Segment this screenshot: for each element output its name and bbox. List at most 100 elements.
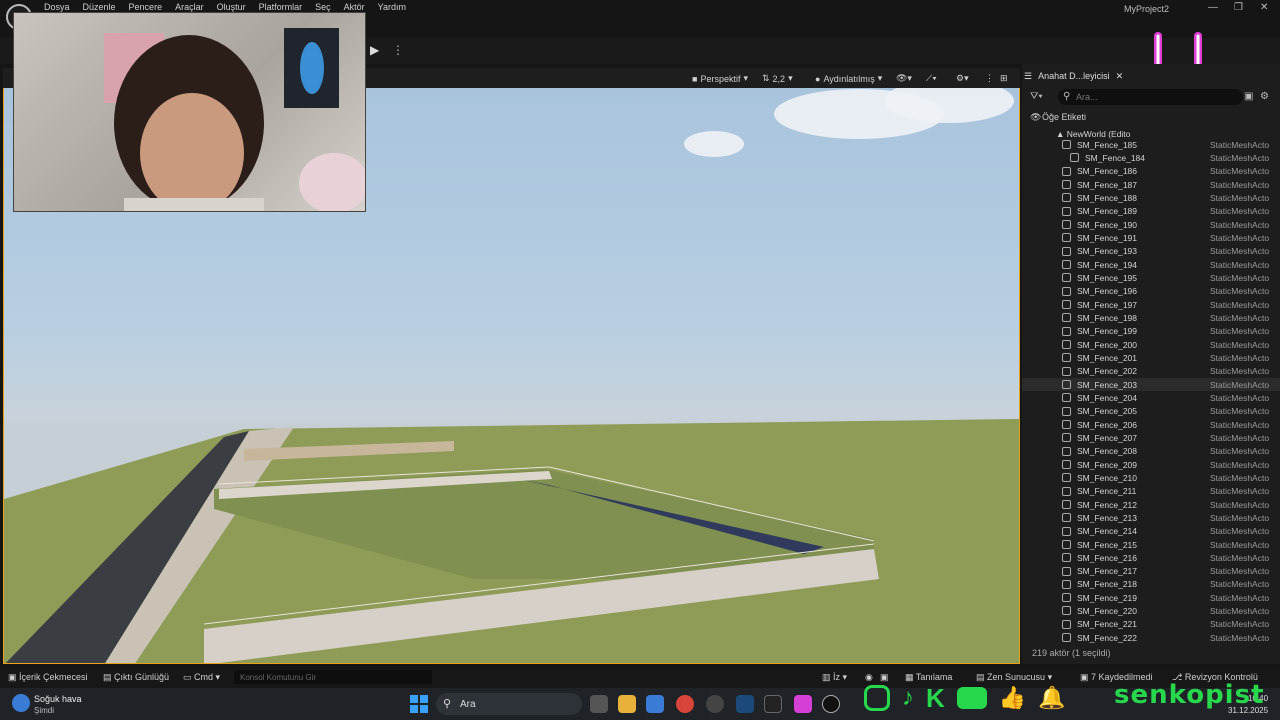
transform-icon[interactable]: ⟋▾ [926, 72, 937, 85]
file-explorer-icon[interactable] [618, 695, 636, 713]
outliner-row[interactable]: SM_Fence_206 StaticMeshActo [1022, 418, 1280, 431]
menu-select[interactable]: Seç [315, 2, 340, 12]
console-input[interactable]: Konsol Komutunu Gir [234, 670, 432, 684]
filter-icon[interactable]: ⛛▾ [1030, 91, 1043, 102]
outliner-row[interactable]: SM_Fence_201 StaticMeshActo [1022, 351, 1280, 364]
menu-platforms[interactable]: Platformlar [259, 2, 312, 12]
content-drawer-button[interactable]: ▣ İçerik Çekmecesi [8, 672, 88, 683]
search-icon: ⚲ [1063, 91, 1071, 102]
outliner-row[interactable]: SM_Fence_195 StaticMeshActo [1022, 271, 1280, 284]
close-tab-icon[interactable]: ✕ [1116, 71, 1124, 82]
outliner-row[interactable]: SM_Fence_207 StaticMeshActo [1022, 431, 1280, 444]
outliner-row[interactable]: SM_Fence_184 StaticMeshActo [1022, 151, 1280, 164]
outliner-row[interactable]: SM_Fence_212 StaticMeshActo [1022, 498, 1280, 511]
outliner-row[interactable]: SM_Fence_208 StaticMeshActo [1022, 445, 1280, 458]
outliner-row[interactable]: SM_Fence_216 StaticMeshActo [1022, 551, 1280, 564]
outliner-search-input[interactable]: Ara... [1058, 89, 1243, 105]
outliner-row[interactable]: SM_Fence_215 StaticMeshActo [1022, 538, 1280, 551]
outliner-row[interactable]: SM_Fence_221 StaticMeshActo [1022, 618, 1280, 631]
outliner-row[interactable]: SM_Fence_203 StaticMeshActo [1022, 377, 1280, 392]
visibility-eye-icon[interactable]: 👁 [1030, 112, 1041, 123]
outliner-row[interactable]: SM_Fence_191 StaticMeshActo [1022, 231, 1280, 244]
github-icon[interactable] [706, 695, 724, 713]
outliner-row[interactable]: SM_Fence_198 StaticMeshActo [1022, 311, 1280, 324]
lighting-dropdown[interactable]: ● Aydınlatılmış ▾ [815, 72, 882, 85]
actor-type: StaticMeshActo [1210, 632, 1270, 643]
store-icon[interactable] [646, 695, 664, 713]
actor-name: SM_Fence_198 [1077, 312, 1138, 323]
folder-add-icon[interactable]: ▣ [1244, 91, 1253, 102]
outliner-row[interactable]: SM_Fence_187 StaticMeshActo [1022, 178, 1280, 191]
outliner-row[interactable]: SM_Fence_194 StaticMeshActo [1022, 258, 1280, 271]
outliner-row[interactable]: SM_Fence_219 StaticMeshActo [1022, 591, 1280, 604]
show-eye-icon[interactable]: 👁▾ [896, 72, 912, 85]
outliner-row[interactable]: SM_Fence_205 StaticMeshActo [1022, 405, 1280, 418]
outliner-row[interactable]: SM_Fence_189 StaticMeshActo [1022, 205, 1280, 218]
content-drawer-label: İçerik Çekmecesi [19, 672, 88, 682]
trace-dropdown[interactable]: ▥ İz ▾ [822, 672, 847, 683]
menu-build[interactable]: Oluştur [217, 2, 255, 12]
actor-name: SM_Fence_219 [1077, 592, 1138, 603]
app-icon[interactable] [794, 695, 812, 713]
play-icon[interactable]: ▶ [370, 43, 384, 57]
outliner-row[interactable]: SM_Fence_185 StaticMeshActo [1022, 138, 1280, 151]
menu-tools[interactable]: Araçlar [175, 2, 213, 12]
steam-icon[interactable] [736, 695, 754, 713]
outliner-row[interactable]: SM_Fence_193 StaticMeshActo [1022, 245, 1280, 258]
outliner-row[interactable]: SM_Fence_214 StaticMeshActo [1022, 525, 1280, 538]
menu-actor[interactable]: Aktör [344, 2, 374, 12]
outliner-row[interactable]: SM_Fence_211 StaticMeshActo [1022, 485, 1280, 498]
outliner-row[interactable]: SM_Fence_210 StaticMeshActo [1022, 471, 1280, 484]
fov-dropdown[interactable]: ⇅ 2,2 ▾ [762, 72, 793, 85]
menu-file[interactable]: Dosya [44, 2, 79, 12]
weather-icon[interactable] [12, 694, 30, 712]
menu-help[interactable]: Yardım [378, 2, 415, 12]
taskbar-search[interactable]: Ara [436, 693, 582, 715]
output-log-button[interactable]: ▤ Çıktı Günlüğü [103, 672, 169, 683]
windows-start-icon[interactable] [410, 695, 428, 713]
more-options-icon[interactable]: ⋮ [392, 43, 404, 57]
maximize-icon[interactable]: ❐ [1234, 2, 1243, 13]
menu-edit[interactable]: Düzenle [83, 2, 125, 12]
perspective-dropdown[interactable]: ■ Perspektif ▾ [692, 72, 748, 85]
outliner-icon: ☰ [1024, 70, 1033, 81]
cmd-dropdown[interactable]: ▭ Cmd ▾ [183, 672, 220, 683]
search-icon: ⚲ [443, 698, 452, 710]
actor-type: StaticMeshActo [1210, 486, 1270, 497]
outliner-row[interactable]: SM_Fence_199 StaticMeshActo [1022, 325, 1280, 338]
outliner-row[interactable]: SM_Fence_218 StaticMeshActo [1022, 578, 1280, 591]
layout-grid-icon[interactable]: ⊞ [1000, 72, 1008, 85]
close-window-icon[interactable]: ✕ [1260, 2, 1268, 13]
static-mesh-icon [1062, 273, 1071, 283]
outliner-row[interactable]: SM_Fence_200 StaticMeshActo [1022, 338, 1280, 351]
outliner-row[interactable]: SM_Fence_220 StaticMeshActo [1022, 604, 1280, 617]
outliner-row[interactable]: SM_Fence_222 StaticMeshActo [1022, 631, 1280, 644]
outliner-row[interactable]: SM_Fence_213 StaticMeshActo [1022, 511, 1280, 524]
outliner-settings-icon[interactable]: ⚙ [1260, 91, 1269, 102]
outliner-row[interactable]: SM_Fence_186 StaticMeshActo [1022, 165, 1280, 178]
outliner-row[interactable]: SM_Fence_196 StaticMeshActo [1022, 285, 1280, 298]
menu-window[interactable]: Pencere [129, 2, 172, 12]
outliner-column-header[interactable]: 👁 Öğe Etiketi [1022, 111, 1280, 125]
outliner-row[interactable]: SM_Fence_190 StaticMeshActo [1022, 218, 1280, 231]
viewport-menu-icon[interactable]: ⋮ [985, 72, 994, 85]
actor-type: StaticMeshActo [1210, 179, 1270, 190]
outliner-row[interactable]: SM_Fence_204 StaticMeshActo [1022, 391, 1280, 404]
task-view-icon[interactable] [590, 695, 608, 713]
outliner-row[interactable]: SM_Fence_209 StaticMeshActo [1022, 458, 1280, 471]
chrome-icon[interactable] [676, 695, 694, 713]
outliner-row[interactable]: SM_Fence_217 StaticMeshActo [1022, 565, 1280, 578]
settings-gear-icon[interactable]: ⚙▾ [956, 72, 969, 85]
outliner-row[interactable]: SM_Fence_188 StaticMeshActo [1022, 191, 1280, 204]
minimize-icon[interactable]: — [1208, 2, 1218, 13]
epic-games-icon[interactable] [764, 695, 782, 713]
outliner-row[interactable]: SM_Fence_197 StaticMeshActo [1022, 298, 1280, 311]
tiktok-icon: ♪ [902, 684, 914, 711]
outliner-row[interactable]: SM_Fence_202 StaticMeshActo [1022, 365, 1280, 378]
actor-type: StaticMeshActo [1210, 566, 1270, 577]
actor-type: StaticMeshActo [1210, 232, 1270, 243]
tab-outliner[interactable]: ☰ Anahat D...leyicisi ✕ [1024, 68, 1123, 84]
weather-title[interactable]: Soğuk hava [34, 694, 82, 704]
unreal-engine-icon[interactable] [822, 695, 840, 713]
static-mesh-icon [1062, 539, 1071, 549]
